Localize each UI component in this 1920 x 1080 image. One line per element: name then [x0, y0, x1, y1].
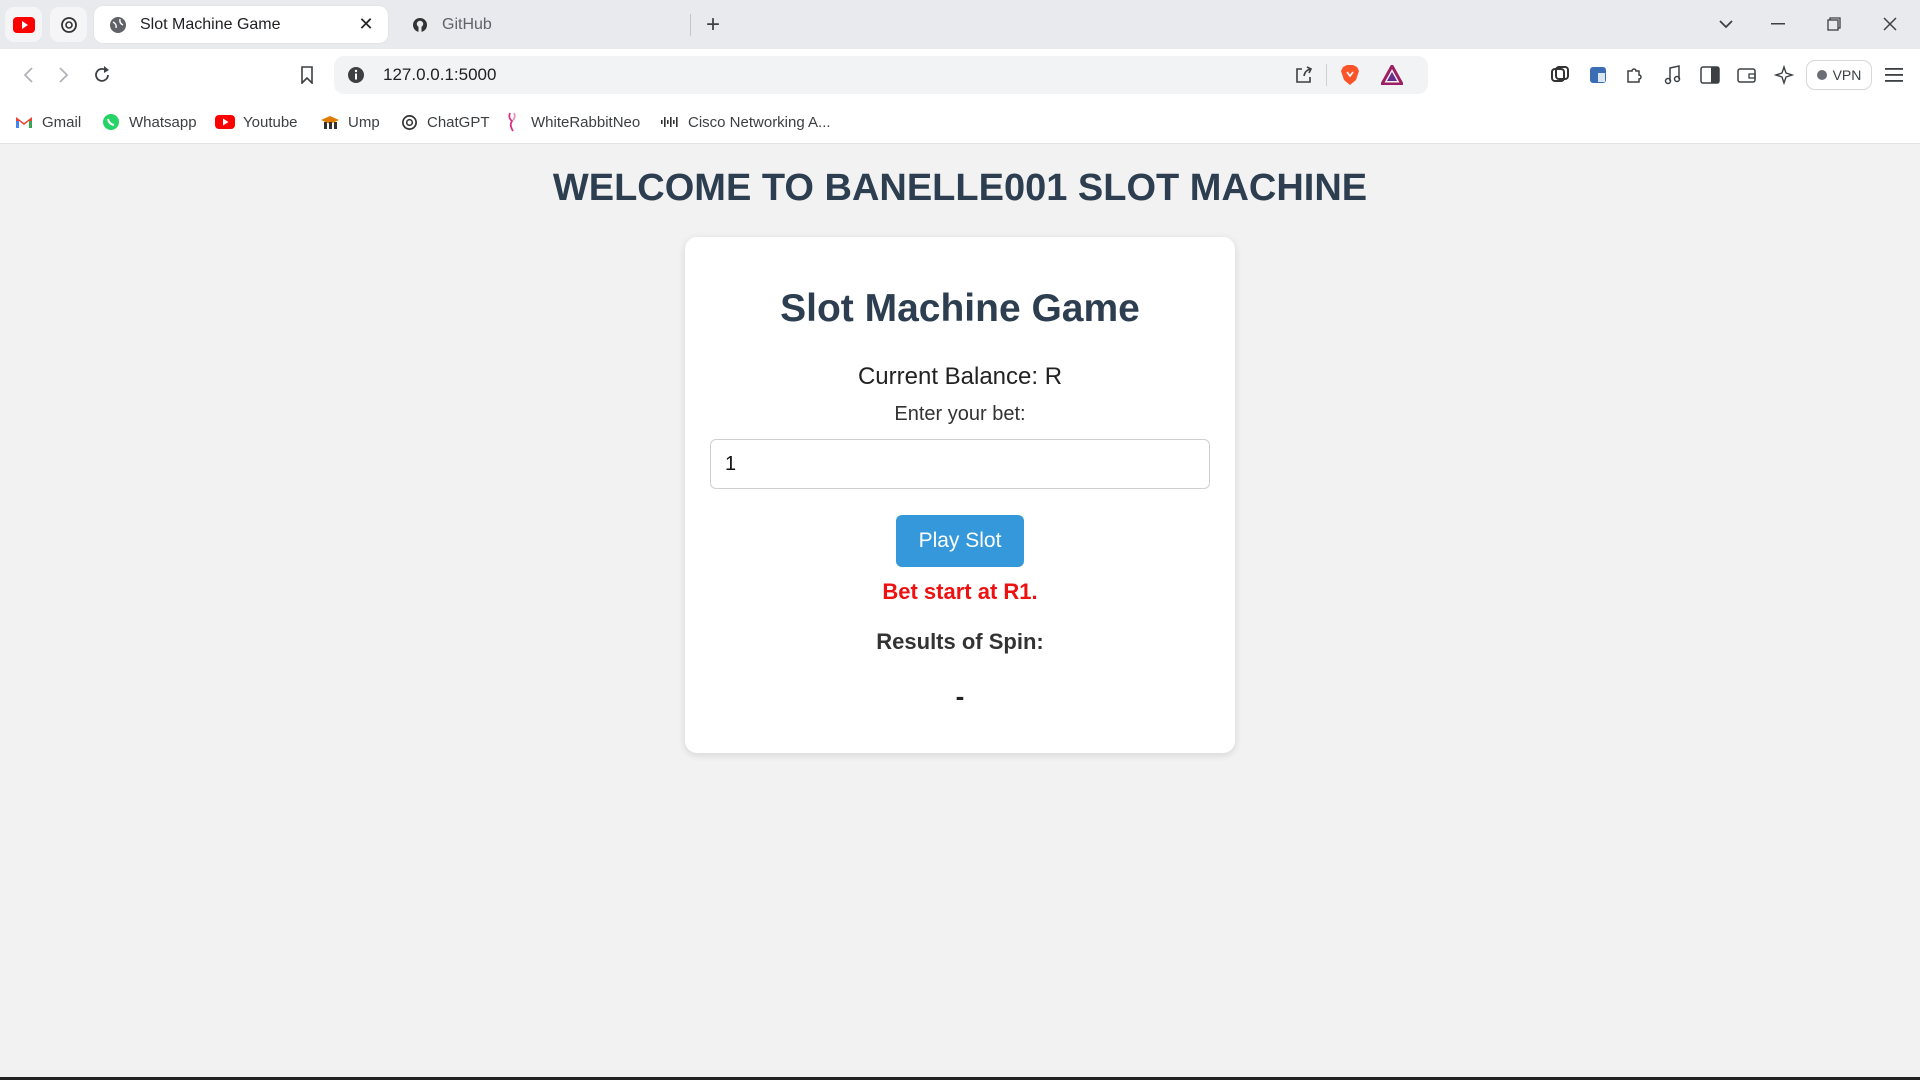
page-title: WELCOME TO BANELLE001 SLOT MACHINE [552, 167, 1368, 209]
openai-icon [399, 112, 419, 132]
bet-input[interactable] [710, 439, 1210, 489]
brave-rewards-icon[interactable] [1380, 63, 1404, 87]
bookmark-whatsapp[interactable]: Whatsapp [101, 110, 197, 134]
bookmark-label: ChatGPT [427, 113, 490, 131]
chevron-down-icon [1719, 20, 1733, 29]
browser-toolbar: 127.0.0.1:5000 VPN [0, 49, 1920, 100]
page-content: WELCOME TO BANELLE001 SLOT MACHINE Slot … [0, 145, 1920, 1078]
tab-separator [690, 14, 691, 36]
bookmark-label: Ump [348, 113, 380, 131]
vpn-label: VPN [1832, 67, 1862, 83]
bookmark-icon [301, 66, 313, 84]
bookmark-cisco[interactable]: Cisco Networking A... [660, 110, 831, 134]
bookmarks-bar: Gmail Whatsapp Youtube Ump ChatGPT White… [0, 100, 1920, 144]
minimize-icon [1771, 23, 1785, 25]
github-icon [410, 15, 430, 35]
close-window-button[interactable] [1870, 8, 1910, 40]
pinned-tab-youtube[interactable] [5, 7, 42, 42]
forward-button[interactable] [48, 59, 80, 91]
divider [1326, 64, 1327, 86]
bookmark-label: Whatsapp [129, 113, 197, 131]
bookmark-label: Cisco Networking A... [688, 113, 831, 131]
vpn-button[interactable]: VPN [1806, 60, 1872, 90]
pinned-tab-chatgpt[interactable] [50, 7, 87, 42]
openai-icon [60, 16, 77, 33]
minimize-button[interactable] [1758, 8, 1798, 40]
vpn-status-dot [1816, 70, 1827, 80]
back-button[interactable] [12, 59, 44, 91]
tab-github[interactable]: GitHub [396, 6, 686, 43]
youtube-icon [12, 16, 35, 33]
extension-translate-icon[interactable] [1584, 61, 1612, 89]
bookmark-label: Gmail [42, 113, 82, 131]
results-value: - [955, 681, 965, 711]
menu-icon[interactable] [1880, 61, 1908, 89]
bookmark-chatgpt[interactable]: ChatGPT [399, 110, 490, 134]
leo-icon[interactable] [1546, 61, 1574, 89]
brave-shields-icon[interactable] [1338, 63, 1362, 87]
card-title: Slot Machine Game [780, 287, 1140, 330]
whatsapp-icon [101, 112, 121, 132]
rabbit-icon [503, 112, 523, 132]
bookmark-label: Youtube [243, 113, 298, 131]
url-text[interactable]: 127.0.0.1:5000 [383, 65, 496, 85]
ump-icon [320, 112, 340, 132]
music-note-icon[interactable] [1658, 61, 1686, 89]
reload-button[interactable] [86, 59, 118, 91]
bookmark-ump[interactable]: Ump [320, 110, 380, 134]
bookmark-whiterabbitneo[interactable]: WhiteRabbitNeo [503, 110, 640, 134]
bookmark-label: WhiteRabbitNeo [531, 113, 641, 131]
sidebar-icon[interactable] [1696, 61, 1724, 89]
bet-notice: Bet start at R1. [882, 579, 1038, 604]
tab-slot-machine-game[interactable]: Slot Machine Game ✕ [94, 6, 388, 43]
address-bar[interactable]: 127.0.0.1:5000 [334, 56, 1428, 94]
wallet-icon[interactable] [1733, 61, 1761, 89]
tab-search-button[interactable] [1706, 8, 1746, 40]
close-icon[interactable]: ✕ [356, 14, 376, 35]
results-label: Results of Spin: [876, 629, 1044, 654]
bet-label: Enter your bet: [894, 403, 1026, 425]
share-icon[interactable] [1292, 63, 1316, 87]
bookmark-button[interactable] [291, 59, 323, 91]
play-slot-button[interactable]: Play Slot [896, 515, 1024, 567]
restore-button[interactable] [1814, 8, 1854, 40]
tab-title: Slot Machine Game [140, 15, 281, 33]
bookmark-youtube[interactable]: Youtube [215, 110, 298, 134]
youtube-icon [215, 112, 235, 132]
tab-title: GitHub [442, 15, 492, 33]
leo-ai-icon[interactable] [1770, 61, 1798, 89]
globe-icon [108, 15, 128, 35]
new-tab-button[interactable]: + [698, 10, 728, 40]
restore-icon [1827, 17, 1841, 31]
tab-strip: Slot Machine Game ✕ GitHub + [0, 0, 1920, 49]
slot-machine-card: Slot Machine Game Current Balance: R Ent… [685, 237, 1235, 753]
bookmark-gmail[interactable]: Gmail [14, 110, 81, 134]
reload-icon [95, 66, 109, 82]
forward-arrow-icon [59, 67, 69, 83]
info-icon[interactable] [346, 65, 366, 85]
current-balance: Current Balance: R [857, 363, 1063, 390]
gmail-icon [14, 112, 34, 132]
back-arrow-icon [23, 67, 33, 83]
close-icon [1883, 17, 1897, 31]
cisco-icon [660, 112, 680, 132]
extensions-puzzle-icon[interactable] [1620, 61, 1648, 89]
